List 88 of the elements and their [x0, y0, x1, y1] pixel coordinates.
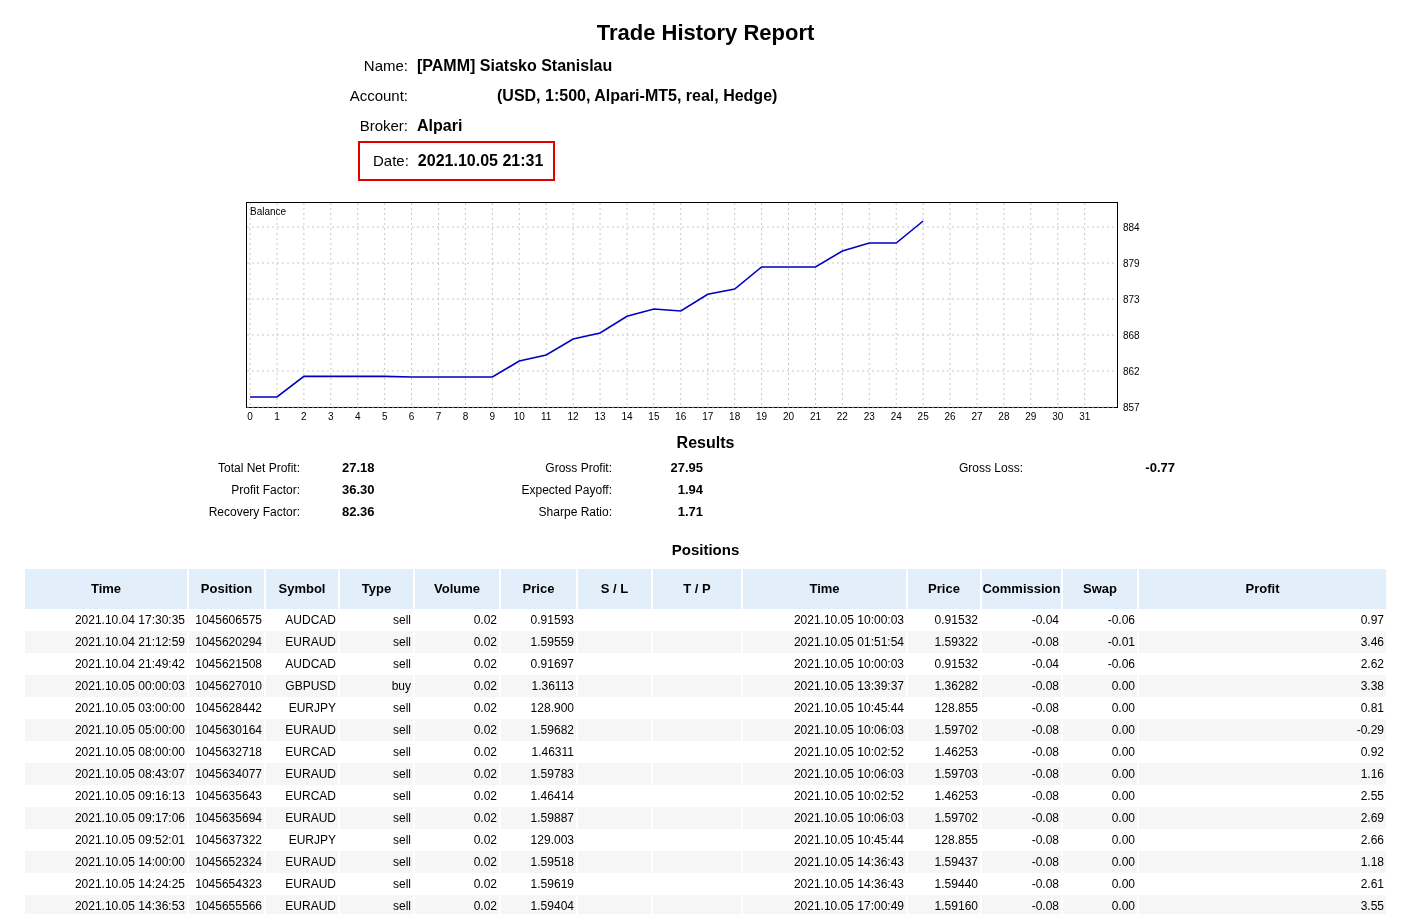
- x-axis-label: 24: [890, 411, 902, 422]
- field-label: Broker:: [359, 115, 408, 136]
- result-label: Total Net Profit:: [217, 460, 300, 477]
- x-axis-label: 9: [489, 411, 496, 422]
- x-axis-label: 30: [1052, 411, 1064, 422]
- x-axis-label: 14: [621, 411, 633, 422]
- table-cell: 1.59160: [907, 895, 981, 914]
- column-header: Volume: [414, 569, 500, 609]
- result-value: 82.36: [341, 503, 375, 522]
- column-header: Profit: [1138, 569, 1387, 609]
- x-axis-label: 19: [756, 411, 768, 422]
- column-header: Price: [907, 569, 981, 609]
- result-value: -0.77: [1145, 459, 1175, 478]
- result-value: 27.95: [670, 459, 703, 478]
- y-axis-label: 868: [1123, 330, 1140, 341]
- table-cell: EURAUD: [265, 895, 339, 914]
- x-axis-label: 31: [1079, 411, 1091, 422]
- column-header: Commission: [981, 569, 1062, 609]
- x-axis-label: 7: [435, 411, 442, 422]
- column-header: Symbol: [265, 569, 339, 609]
- y-axis-label: 873: [1123, 294, 1140, 305]
- field-label: Date:: [373, 150, 409, 171]
- column-header: Time: [24, 569, 188, 609]
- table-cell: 1.59404: [500, 895, 577, 914]
- result-value: 36.30: [341, 481, 375, 500]
- column-header: Type: [339, 569, 414, 609]
- x-axis-label: 8: [462, 411, 469, 422]
- table-cell: 0.02: [414, 895, 500, 914]
- y-axis-label: 879: [1123, 258, 1140, 269]
- x-axis-label: 21: [809, 411, 821, 422]
- table-cell: sell: [339, 895, 414, 914]
- column-header: S / L: [577, 569, 652, 609]
- table-cell: -0.08: [981, 895, 1062, 914]
- series-label: Balance: [250, 206, 287, 217]
- column-header: T / P: [652, 569, 742, 609]
- field-value: Alpari: [417, 116, 463, 136]
- result-label: Profit Factor:: [231, 482, 300, 499]
- column-header: Position: [188, 569, 265, 609]
- x-axis-label: 3: [328, 411, 334, 422]
- result-value: 1.71: [677, 503, 703, 522]
- x-axis-label: 11: [541, 411, 552, 422]
- column-header: Time: [742, 569, 907, 609]
- table-cell: 0.00: [1062, 895, 1138, 914]
- x-axis-label: 26: [944, 411, 956, 422]
- result-label: Expected Payoff:: [521, 482, 612, 499]
- table-cell: 3.55: [1138, 895, 1387, 914]
- field-value: (USD, 1:500, Alpari-MT5, real, Hedge): [497, 86, 778, 106]
- x-axis-label: 22: [836, 411, 848, 422]
- result-label: Gross Loss:: [958, 460, 1023, 477]
- x-axis-label: 12: [567, 411, 579, 422]
- result-label: Sharpe Ratio:: [538, 504, 612, 521]
- x-axis-label: 4: [354, 411, 361, 422]
- x-axis-label: 2: [301, 411, 307, 422]
- section-title: Positions: [671, 541, 740, 558]
- x-axis-label: 17: [702, 411, 714, 422]
- result-value: 27.18: [341, 459, 375, 478]
- x-axis-label: 10: [513, 411, 525, 422]
- y-axis-label: 884: [1123, 222, 1140, 233]
- x-axis-label: 25: [917, 411, 929, 422]
- result-value: 1.94: [677, 481, 703, 500]
- y-axis-label: 857: [1123, 402, 1140, 413]
- field-value: 2021.10.05 21:31: [417, 151, 544, 171]
- x-axis-label: 28: [998, 411, 1010, 422]
- column-header: Swap: [1062, 569, 1138, 609]
- y-axis-label: 862: [1123, 366, 1140, 377]
- x-axis-label: 27: [971, 411, 983, 422]
- x-axis-label: 1: [274, 411, 280, 422]
- x-axis-label: 29: [1025, 411, 1037, 422]
- x-axis-label: 23: [863, 411, 875, 422]
- section-title: Results: [676, 434, 735, 451]
- x-axis-label: 20: [782, 411, 795, 422]
- column-header: Price: [500, 569, 577, 609]
- field-value: [PAMM] Siatsko Stanislau: [417, 56, 613, 76]
- x-axis-label: 0: [247, 411, 253, 422]
- x-axis-label: 5: [381, 411, 388, 422]
- field-label: Name:: [363, 55, 408, 76]
- x-axis-label: 15: [648, 411, 660, 422]
- result-label: Recovery Factor:: [208, 504, 300, 521]
- table-cell: 2021.10.05 14:36:53: [24, 895, 188, 914]
- x-axis-label: 18: [729, 411, 741, 422]
- table-cell: 1045655566: [188, 895, 265, 914]
- report-title: Trade History Report: [596, 20, 815, 45]
- field-label: Account:: [349, 85, 408, 106]
- table-cell: 2021.10.05 17:00:49: [742, 895, 907, 914]
- x-axis-label: 6: [408, 411, 415, 422]
- result-label: Gross Profit:: [545, 460, 612, 477]
- x-axis-label: 16: [675, 411, 687, 422]
- x-axis-label: 13: [594, 411, 606, 422]
